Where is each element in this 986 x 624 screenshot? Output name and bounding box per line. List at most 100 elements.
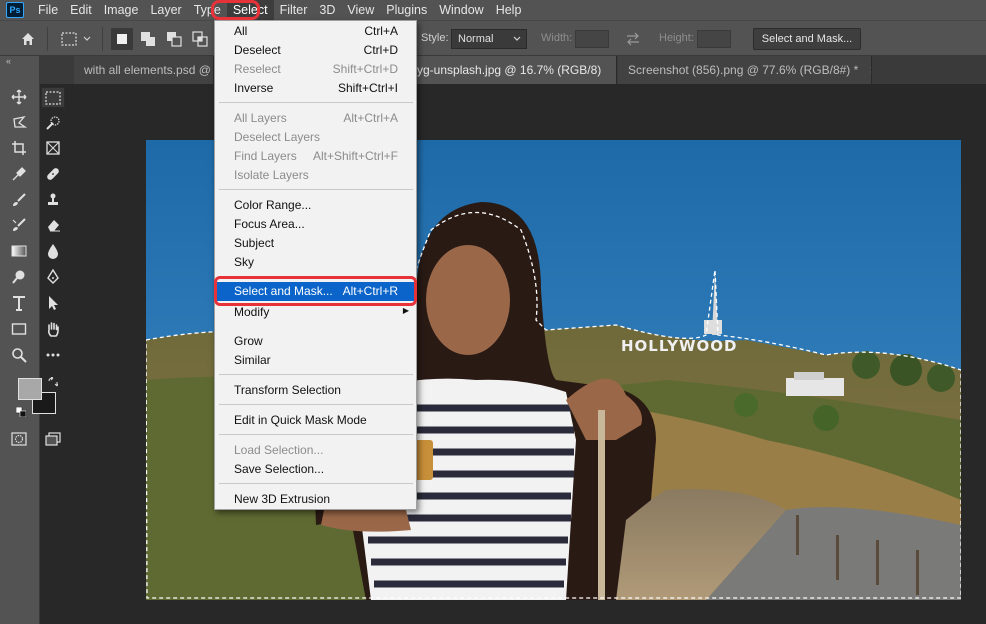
crop-tool-icon[interactable] [10, 139, 28, 157]
clone-stamp-tool-icon[interactable] [44, 191, 62, 209]
menu-image[interactable]: Image [98, 0, 145, 20]
menu-item-label: Subject [234, 236, 275, 250]
select-menu-highlight-annotation [211, 0, 260, 20]
menu-item-deselect-layers[interactable]: Deselect Layers [216, 128, 415, 147]
menu-edit[interactable]: Edit [64, 0, 98, 20]
menu-item-subject[interactable]: Subject [216, 234, 415, 253]
select-menu-dropdown: All Ctrl+A Deselect Ctrl+D Reselect Shif… [214, 20, 417, 510]
tab-label: with all elements.psd @ 1 [84, 63, 214, 77]
menu-item-label: Save Selection... [234, 462, 325, 476]
menu-window[interactable]: Window [433, 0, 489, 20]
hand-tool-icon[interactable] [44, 320, 62, 338]
width-input[interactable] [575, 30, 609, 48]
menu-item-label: Isolate Layers [234, 168, 309, 182]
collapse-icon[interactable]: « [6, 56, 11, 68]
menu-help[interactable]: Help [490, 0, 528, 20]
healing-brush-tool-icon[interactable] [44, 165, 62, 183]
intersect-selection-icon[interactable] [189, 28, 211, 50]
eraser-tool-icon[interactable] [44, 216, 62, 234]
menu-item-reselect[interactable]: Reselect Shift+Ctrl+D [216, 60, 415, 79]
menu-item-quick-mask[interactable]: Edit in Quick Mask Mode [216, 411, 415, 430]
rect-marquee-preset-icon[interactable] [58, 28, 80, 50]
menu-layer[interactable]: Layer [144, 0, 187, 20]
menu-item-label: All Layers [234, 111, 287, 125]
menu-item-isolate-layers[interactable]: Isolate Layers [216, 166, 415, 185]
menu-item-label: Transform Selection [234, 383, 341, 397]
eyedropper-tool-icon[interactable] [10, 165, 28, 183]
close-icon[interactable]: × [870, 63, 871, 77]
default-colors-icon[interactable] [15, 406, 27, 420]
menu-item-label: Inverse [234, 81, 274, 95]
quick-selection-tool-icon[interactable] [44, 114, 62, 132]
rectangle-tool-icon[interactable] [10, 320, 28, 338]
tab-label: Screenshot (856).png @ 77.6% (RGB/8#) * [628, 63, 859, 77]
select-and-mask-button[interactable]: Select and Mask... [753, 28, 861, 50]
menu-item-similar[interactable]: Similar [216, 351, 415, 370]
menu-file[interactable]: File [32, 0, 64, 20]
select-and-mask-highlight-annotation [214, 276, 417, 306]
foreground-color-swatch[interactable] [18, 378, 42, 400]
add-to-selection-icon[interactable] [137, 28, 159, 50]
menu-item-deselect[interactable]: Deselect Ctrl+D [216, 41, 415, 60]
rectangular-marquee-tool-icon[interactable] [41, 87, 65, 108]
width-label: Width: [541, 32, 573, 44]
menu-item-shortcut: Shift+Ctrl+D [332, 62, 398, 76]
menu-item-label: Color Range... [234, 198, 312, 212]
screen-mode-icon[interactable] [44, 430, 62, 448]
menu-separator [219, 434, 413, 435]
menu-item-save-selection[interactable]: Save Selection... [216, 460, 415, 479]
chevron-down-icon[interactable] [80, 28, 94, 50]
home-icon[interactable] [17, 28, 39, 50]
height-label: Height: [659, 32, 694, 44]
menu-item-grow[interactable]: Grow [216, 332, 415, 351]
style-select[interactable]: Normal [451, 29, 527, 49]
menu-item-transform-selection[interactable]: Transform Selection [216, 381, 415, 400]
menu-separator [219, 102, 413, 103]
brush-tool-icon[interactable] [10, 191, 28, 209]
menu-item-sky[interactable]: Sky [216, 253, 415, 272]
menu-item-shortcut: Alt+Ctrl+A [343, 111, 398, 125]
more-tools-icon[interactable] [44, 346, 62, 364]
path-selection-tool-icon[interactable] [44, 294, 62, 312]
menu-view[interactable]: View [341, 0, 380, 20]
new-selection-icon[interactable] [111, 28, 133, 50]
history-brush-tool-icon[interactable] [10, 216, 28, 234]
tab-unsplash[interactable]: yg-unsplash.jpg @ 16.7% (RGB/8) [417, 56, 617, 84]
pen-tool-icon[interactable] [44, 268, 62, 286]
swap-arrows-icon[interactable] [622, 28, 644, 50]
menu-filter[interactable]: Filter [274, 0, 314, 20]
type-tool-icon[interactable] [10, 294, 28, 312]
subtract-from-selection-icon[interactable] [163, 28, 185, 50]
style-select-value: Normal [458, 33, 494, 45]
height-input[interactable] [697, 30, 731, 48]
blur-tool-icon[interactable] [44, 242, 62, 260]
menu-item-label: Deselect Layers [234, 130, 321, 144]
zoom-tool-icon[interactable] [10, 346, 28, 364]
tab-with-all-elements[interactable]: with all elements.psd @ 1 [74, 56, 214, 84]
menu-item-label: Similar [234, 353, 271, 367]
menu-plugins[interactable]: Plugins [380, 0, 433, 20]
menu-item-color-range[interactable]: Color Range... [216, 196, 415, 215]
tab-label: yg-unsplash.jpg @ 16.7% (RGB/8) [417, 63, 602, 77]
menu-item-all[interactable]: All Ctrl+A [216, 22, 415, 41]
menu-item-shortcut: Ctrl+A [364, 24, 398, 38]
quick-mask-icon[interactable] [10, 430, 28, 448]
menu-item-new-3d-extrusion[interactable]: New 3D Extrusion [216, 490, 415, 509]
tab-screenshot[interactable]: Screenshot (856).png @ 77.6% (RGB/8#) * … [618, 56, 872, 84]
move-tool-icon[interactable] [10, 88, 28, 106]
menu-item-label: Find Layers [234, 149, 297, 163]
frame-tool-icon[interactable] [44, 139, 62, 157]
menu-item-all-layers[interactable]: All Layers Alt+Ctrl+A [216, 109, 415, 128]
submenu-arrow-icon: ▶ [402, 306, 409, 315]
lasso-tool-icon[interactable] [10, 114, 28, 132]
swap-colors-icon[interactable] [48, 376, 59, 390]
menu-3d[interactable]: 3D [313, 0, 341, 20]
hollywood-sign-text: HOLLYWOOD [621, 337, 737, 355]
menu-item-load-selection[interactable]: Load Selection... [216, 441, 415, 460]
dodge-tool-icon[interactable] [10, 268, 28, 286]
menu-item-find-layers[interactable]: Find Layers Alt+Shift+Ctrl+F [216, 147, 415, 166]
menu-item-inverse[interactable]: Inverse Shift+Ctrl+I [216, 79, 415, 98]
menu-item-focus-area[interactable]: Focus Area... [216, 215, 415, 234]
menu-item-label: Grow [234, 334, 263, 348]
gradient-tool-icon[interactable] [10, 242, 28, 260]
